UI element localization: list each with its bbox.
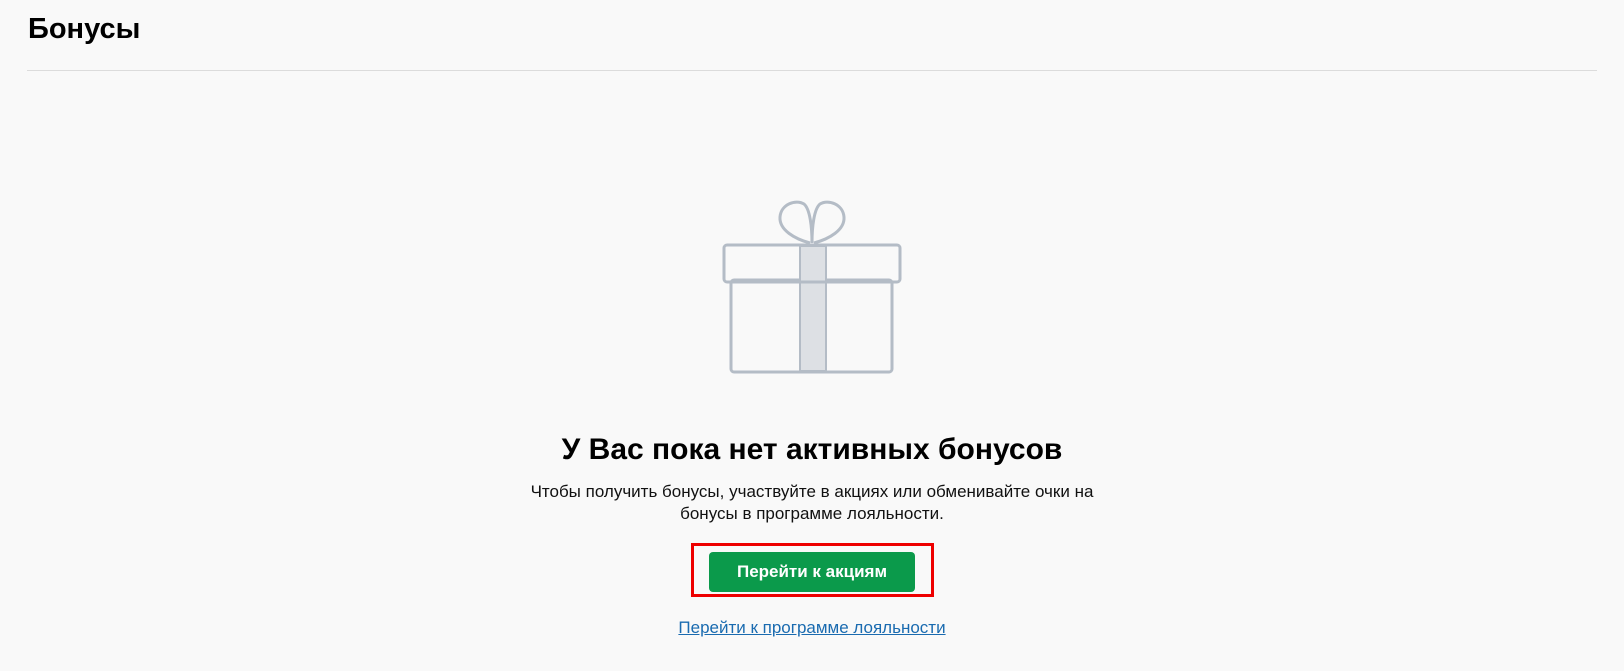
go-to-promotions-button[interactable]: Перейти к акциям	[709, 552, 915, 592]
page-title: Бонусы	[28, 13, 141, 45]
empty-state-description: Чтобы получить бонусы, участвуйте в акци…	[530, 482, 1094, 523]
loyalty-link-wrapper: Перейти к программе лояльности	[0, 617, 1624, 639]
go-to-loyalty-program-link[interactable]: Перейти к программе лояльности	[678, 618, 945, 637]
header-divider	[27, 70, 1597, 71]
empty-state-title: У Вас пока нет активных бонусов	[561, 433, 1063, 466]
bonuses-page: Бонусы У Вас пока нет активных бонусов Ч…	[0, 0, 1624, 671]
gift-icon	[722, 200, 902, 374]
